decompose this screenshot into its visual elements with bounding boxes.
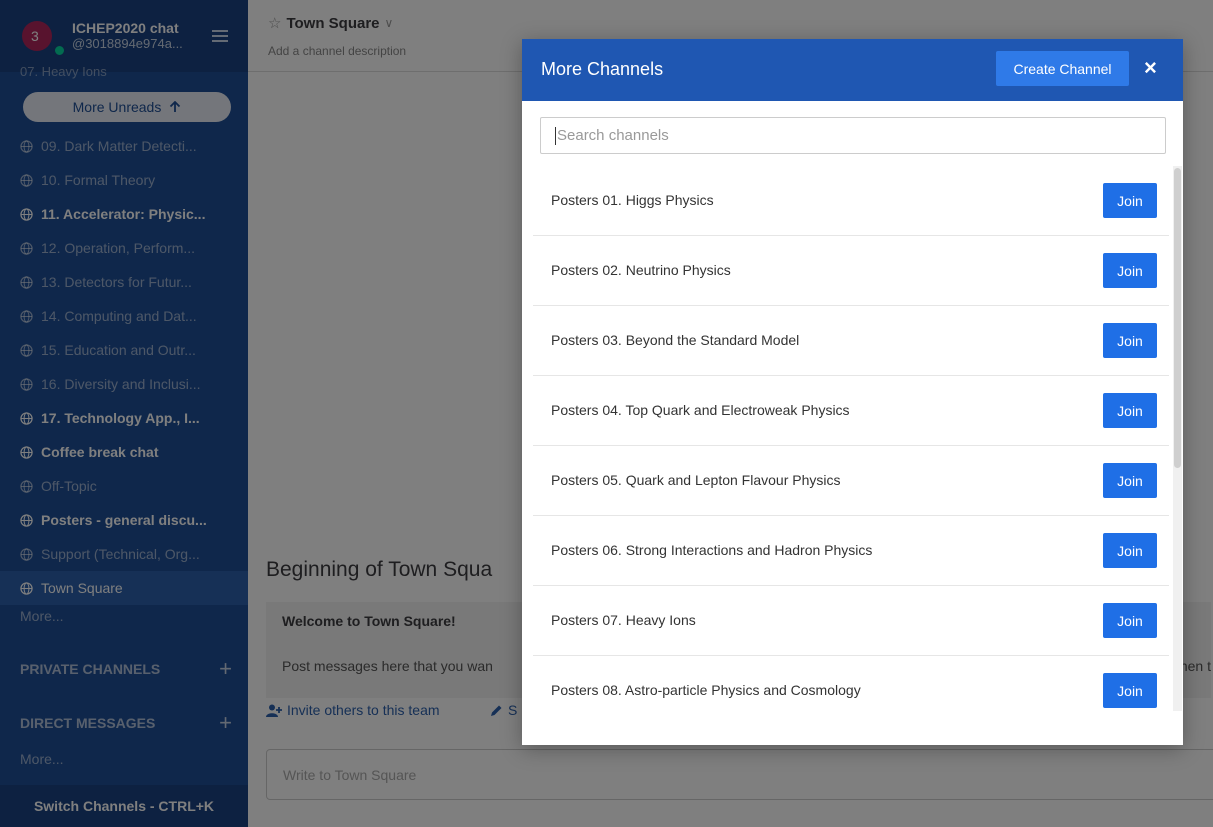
scrollbar[interactable] [1173,166,1182,711]
channel-row-name: Posters 02. Neutrino Physics [551,262,731,278]
join-button[interactable]: Join [1103,253,1157,288]
search-channels-input[interactable]: Search channels [540,117,1166,154]
channel-row-name: Posters 08. Astro-particle Physics and C… [551,682,861,698]
channel-row[interactable]: Posters 03. Beyond the Standard Model Joi… [533,306,1169,376]
channel-row[interactable]: Posters 02. Neutrino Physics Join [533,236,1169,306]
channel-row[interactable]: Posters 05. Quark and Lepton Flavour Phy… [533,446,1169,516]
channel-row[interactable]: Posters 07. Heavy Ions Join [533,586,1169,656]
channel-row[interactable]: Posters 06. Strong Interactions and Hadr… [533,516,1169,586]
channel-row-name: Posters 04. Top Quark and Electroweak Ph… [551,402,850,418]
join-button[interactable]: Join [1103,533,1157,568]
join-button[interactable]: Join [1103,603,1157,638]
channel-row[interactable]: Posters 08. Astro-particle Physics and C… [533,656,1169,711]
channel-row-name: Posters 06. Strong Interactions and Hadr… [551,542,873,558]
modal-title: More Channels [541,59,664,79]
scrollbar-thumb[interactable] [1174,168,1181,468]
join-button[interactable]: Join [1103,463,1157,498]
join-button[interactable]: Join [1103,323,1157,358]
channel-row-name: Posters 07. Heavy Ions [551,612,696,628]
join-button[interactable]: Join [1103,393,1157,428]
text-caret [555,127,556,146]
join-button[interactable]: Join [1103,183,1157,218]
more-channels-modal: More Channels Create Channel × Search ch… [522,39,1183,745]
channel-results-list: Posters 01. Higgs Physics Join Posters 02.… [533,166,1169,711]
channel-row-name: Posters 05. Quark and Lepton Flavour Phy… [551,472,841,488]
channel-row[interactable]: Posters 04. Top Quark and Electroweak Ph… [533,376,1169,446]
create-channel-button[interactable]: Create Channel [996,51,1129,86]
channel-row-name: Posters 01. Higgs Physics [551,192,714,208]
modal-header: More Channels Create Channel × [522,39,1183,101]
channel-row[interactable]: Posters 01. Higgs Physics Join [533,166,1169,236]
close-icon[interactable]: × [1144,57,1157,79]
channel-row-name: Posters 03. Beyond the Standard Model [551,332,800,348]
join-button[interactable]: Join [1103,673,1157,708]
